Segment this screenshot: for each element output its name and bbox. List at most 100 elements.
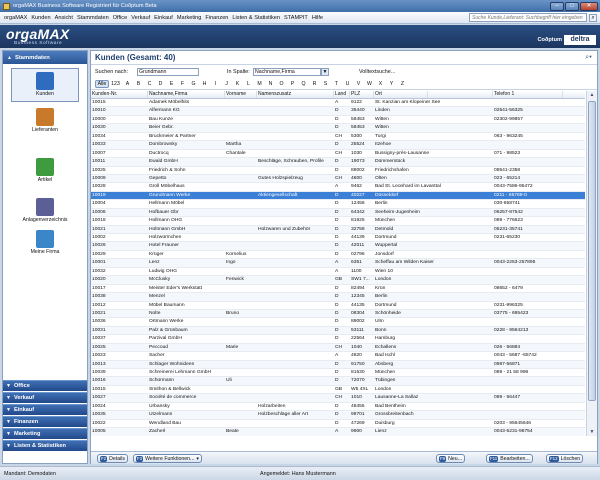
column-header-plz[interactable]: PLZ <box>350 91 374 98</box>
sidebar-category-verkauf[interactable]: ▼ Verkauf <box>3 392 87 403</box>
letter-filter-w[interactable]: W <box>364 81 375 87</box>
letter-filter-z[interactable]: Z <box>397 81 408 87</box>
letter-filter-m[interactable]: M <box>254 81 265 87</box>
table-row[interactable]: 10033 Dombrowsky Martha D 25524 Itzehoe <box>91 141 585 150</box>
more-functions-button[interactable]: F3 Weitere Funktionen... ▾ <box>133 454 202 463</box>
table-row[interactable]: 10021 Nolte Bruno D 08304 Schönheide 03775 - 6… <box>91 309 585 319</box>
table-row[interactable]: 10005 Zacherl Beate A 9900 Lienz 0043-5231-987… <box>91 428 585 436</box>
table-row[interactable]: 10025 Friedrich & Sohn D 88002 Friedrichshaf… <box>91 167 585 175</box>
minimize-button[interactable]: – <box>550 1 564 11</box>
table-row[interactable]: 10009 Gepetto Gutes Holzspielzeug CH 4600 Olt… <box>91 174 585 184</box>
sidebar-item-artikel[interactable]: Artikel <box>11 158 79 183</box>
table-row[interactable]: 10020 McClusky Fenwick GB SW1 7... London <box>91 276 585 285</box>
letter-filter-c[interactable]: C <box>144 81 155 87</box>
letter-filter-n[interactable]: N <box>265 81 276 87</box>
menu-ansicht[interactable]: Ansicht <box>53 15 75 21</box>
table-row[interactable]: 10007 Ductrocq Chantale CH 1030 Bussigny-près… <box>91 150 585 159</box>
table-row[interactable]: 10031 Palz & Grünbaum D 53111 Bonn 0228 - 956… <box>91 326 585 336</box>
column-header-namenszusatz[interactable]: Namenszusatz <box>257 91 334 98</box>
table-row[interactable]: 10036 Ortmann Werke D 89002 Ulm <box>91 318 585 327</box>
menu-finanzen[interactable]: Finanzen <box>203 15 230 21</box>
letter-filter-123[interactable]: 123 <box>109 81 122 87</box>
table-row[interactable]: 10027 Société de commerce CH 1010 Lausanne-L… <box>91 394 585 403</box>
column-header-nachname[interactable]: Nachname,Firma <box>148 91 225 98</box>
table-row[interactable]: 10017 Meister Eder's Werkstatt D 82494 Krün 0… <box>91 285 585 294</box>
table-row[interactable]: 10018 Hollmann OHG D 81925 München 089 - 7766… <box>91 217 585 226</box>
letter-filter-f[interactable]: F <box>177 81 188 87</box>
sidebar-category-listen[interactable]: ▼ Listen & Statistiken <box>3 440 87 451</box>
letter-filter-v[interactable]: V <box>353 81 364 87</box>
letter-filter-b[interactable]: B <box>133 81 144 87</box>
sidebar-category-office[interactable]: ▼ Office <box>3 380 87 391</box>
menu-stammdaten[interactable]: Stammdaten <box>75 15 111 21</box>
letter-filter-h[interactable]: H <box>199 81 210 87</box>
letter-filter-p[interactable]: P <box>287 81 298 87</box>
table-row[interactable]: 10023 Sacher A 4820 Bad Ischl 0043 - 5687 -65… <box>91 352 585 361</box>
table-row[interactable]: 10028 Groll Möbelhaus A 9462 Bad St. Leonhar… <box>91 183 585 192</box>
menu-orgamax[interactable]: orgaMAX <box>2 15 29 21</box>
search-input[interactable]: Grundmann <box>137 68 199 76</box>
table-row[interactable]: 10012 Möbel Baumann D 44135 Dortmund 0231-996… <box>91 302 585 310</box>
sidebar-item-meine-firma[interactable]: Meine Firma <box>11 230 79 255</box>
letter-filter-r[interactable]: R <box>309 81 320 87</box>
maximize-button[interactable]: □ <box>565 1 579 11</box>
letter-filter-x[interactable]: X <box>375 81 386 87</box>
table-row[interactable]: 10015 Adamek Möbelhits A 9122 St. Kanzian am… <box>91 99 585 108</box>
menu-marketing[interactable]: Marketing <box>175 15 204 21</box>
table-row[interactable]: 10029 Krüger Kornelius D 02796 Jonsdorf <box>91 251 585 260</box>
table-row[interactable]: 10006 Hofbauer Gbr D 64342 Seeheim-Jugenheim… <box>91 208 585 218</box>
menu-office[interactable]: Office <box>111 15 130 21</box>
search-options-icon[interactable]: ⌕▾ <box>585 54 592 62</box>
table-row[interactable]: 10025 Peccoud Marie CH 1040 Echallens 026 - 56… <box>91 343 585 353</box>
menu-stampit[interactable]: STAMPIT <box>282 15 310 21</box>
fulltext-search-link[interactable]: Volltextsuche... <box>359 69 395 75</box>
scroll-down-icon[interactable]: ▼ <box>588 428 596 436</box>
close-button[interactable]: ✕ <box>580 1 598 11</box>
table-row[interactable]: 10010 Alfermann KG D 35440 Linden 02541-56325 <box>91 107 585 116</box>
table-row[interactable]: 10024 Urbansky Holzarbeiten D 48455 Bad Benth… <box>91 403 585 412</box>
sidebar-item-lieferanten[interactable]: Lieferanten <box>11 108 79 133</box>
column-header-kundennr[interactable]: Kunden-Nr. <box>91 91 148 98</box>
column-header-vorname[interactable]: Vorname <box>225 91 257 98</box>
table-row[interactable]: 10037 Parzival GmbH D 22564 Hamburg <box>91 335 585 344</box>
column-header-ort[interactable]: Ort <box>374 91 428 98</box>
letter-filter-y[interactable]: Y <box>386 81 397 87</box>
letter-filter-q[interactable]: Q <box>298 81 309 87</box>
table-row[interactable]: 10032 Ludwig OHG A 1100 Wien 10 <box>91 268 585 277</box>
table-row[interactable]: 10002 Holzwürmchen D 44139 Dortmund 0231-6523… <box>91 234 585 243</box>
table-row[interactable]: 10013 Schlager Wohnideen D 91750 Absberg 0987… <box>91 360 585 369</box>
edit-button[interactable]: F11 Bearbeiten... <box>486 454 533 463</box>
letter-filter-j[interactable]: J <box>221 81 232 87</box>
table-row[interactable]: 10022 Wendland Bau D 47269 Duisburg 0203 - 95… <box>91 420 585 429</box>
column-select[interactable]: Nachname,Firma <box>253 68 321 76</box>
chevron-down-icon[interactable]: ▼ <box>321 68 329 76</box>
scrollbar-thumb[interactable] <box>588 101 596 401</box>
letter-filter-l[interactable]: L <box>243 81 254 87</box>
sidebar-category-finanzen[interactable]: ▼ Finanzen <box>3 416 87 427</box>
table-row[interactable]: 10004 Hellmann Möbel D 12456 Berlin 030-65874… <box>91 200 585 209</box>
letter-filter-i[interactable]: I <box>210 81 221 87</box>
sidebar-category-marketing[interactable]: ▼ Marketing <box>3 428 87 439</box>
menu-listen[interactable]: Listen & Statistiken <box>230 15 282 21</box>
letter-filter-k[interactable]: K <box>232 81 243 87</box>
sidebar-item-anlagenverzeichnis[interactable]: Anlagenverzeichnis <box>11 198 79 223</box>
column-header-telefon[interactable]: Telefon 1 <box>493 91 563 98</box>
search-icon[interactable]: ⌕ <box>589 13 597 22</box>
table-row[interactable]: 10021 Holtmann GmbH Holzwaren und Zubehör D… <box>91 225 585 234</box>
menu-kunden[interactable]: Kunden <box>29 15 52 21</box>
menu-verkauf[interactable]: Verkauf <box>129 15 152 21</box>
menu-einkauf[interactable]: Einkauf <box>152 15 175 21</box>
scroll-up-icon[interactable]: ▲ <box>588 91 596 99</box>
sidebar-category-einkauf[interactable]: ▼ Einkauf <box>3 404 87 415</box>
table-row[interactable]: 10035 Utzelmann Holzbeschläge aller Art D 98… <box>91 411 585 420</box>
table-row[interactable]: 10030 Beier Gebr. D 58453 Witten <box>91 124 585 133</box>
table-row[interactable]: 10034 Bruckmeier & Partner CH 5300 Turgi 063 … <box>91 133 585 142</box>
letter-filter-a[interactable]: A <box>122 81 133 87</box>
table-row[interactable]: 10019 Grundmann Werke Aktiengesellschaft D 4… <box>91 191 585 201</box>
column-header-land[interactable]: Land <box>334 91 350 98</box>
letter-filter-alle[interactable]: Alle <box>95 80 109 88</box>
table-row[interactable]: 10000 Bau Kunze D 58453 Witten 02302-99857 <box>91 116 585 125</box>
new-button[interactable]: F9 Neu... <box>436 454 465 463</box>
table-row[interactable]: 10039 Schreinerei Lehmann GmbH D 81530 Münch… <box>91 369 585 378</box>
letter-filter-s[interactable]: S <box>320 81 331 87</box>
